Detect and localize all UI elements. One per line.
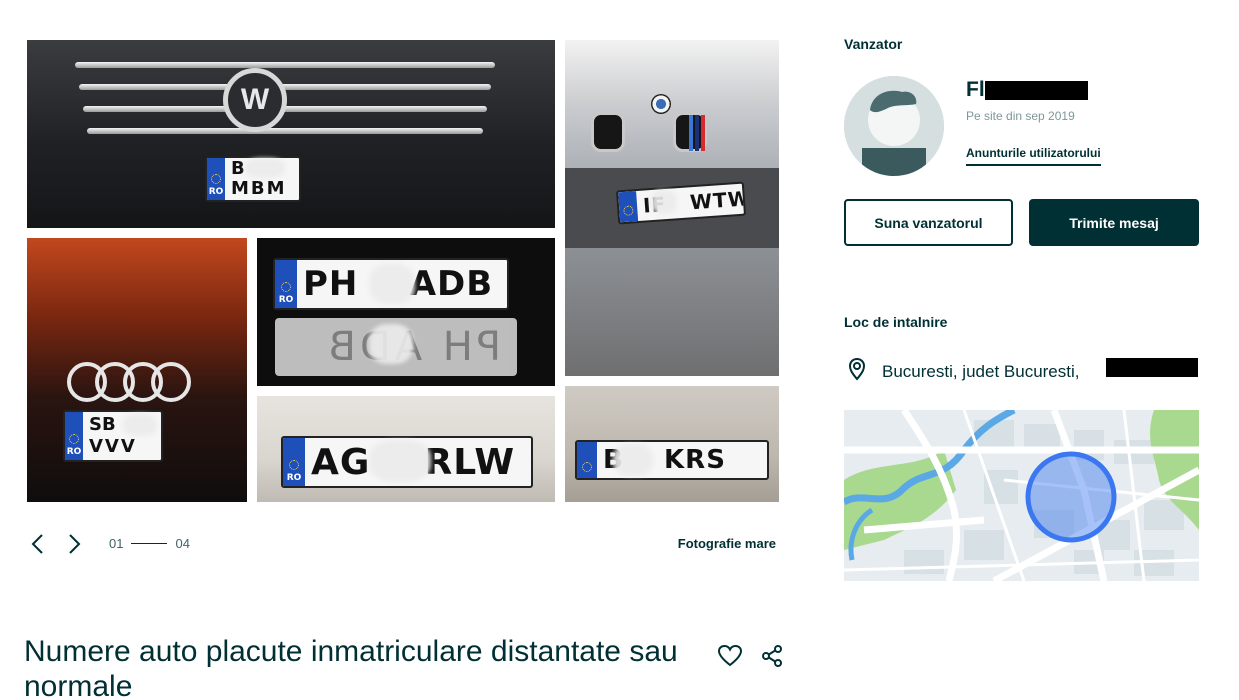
gallery-photo-ag[interactable]: RO AG RLW	[257, 396, 555, 502]
license-plate: B KRS	[575, 440, 769, 480]
seller-heading: Vanzator	[844, 36, 903, 52]
heart-icon[interactable]	[717, 643, 743, 669]
big-photo-link[interactable]: Fotografie mare	[678, 536, 776, 551]
user-avatar-icon	[844, 76, 944, 176]
car-hood	[565, 40, 779, 110]
plate-text-bottom: VVV	[89, 436, 137, 457]
gallery-photo-b[interactable]: B KRS	[565, 386, 779, 502]
plate-blur	[245, 158, 285, 178]
kidney-grille-left	[591, 112, 625, 152]
user-ads-link[interactable]: Anunturile utilizatorului	[966, 146, 1101, 166]
eu-band: RO	[283, 438, 305, 486]
grille-decoration	[75, 62, 495, 68]
audi-ring-icon	[151, 362, 191, 402]
m-stripe	[689, 115, 693, 151]
gallery-photo-ph[interactable]: RO PH ADB PH ADB	[257, 238, 555, 386]
counter-current: 01	[109, 536, 124, 551]
avatar	[844, 76, 944, 176]
plate-blur	[651, 190, 677, 214]
eu-band: RO	[65, 412, 83, 460]
plate-text-bottom: MBM	[231, 178, 287, 199]
plate-blur	[613, 444, 653, 476]
plate-blur	[369, 264, 415, 304]
map-graphic	[844, 410, 1199, 581]
grille-decoration	[87, 128, 483, 134]
bmw-logo-icon	[651, 94, 671, 114]
share-icon[interactable]	[759, 643, 785, 669]
call-seller-button[interactable]: Suna vanzatorul	[844, 199, 1013, 246]
photo-counter: 01 04	[109, 536, 190, 551]
seller-name: Fl	[966, 78, 985, 101]
plate-blur	[369, 324, 413, 364]
redacted-location-block	[1106, 358, 1198, 377]
gallery-photo-vw[interactable]: W RO B MBM	[27, 40, 555, 228]
chevron-left-icon[interactable]	[27, 532, 49, 556]
location-map[interactable]	[844, 410, 1199, 581]
listing-title: Numere auto placute inmatriculare distan…	[24, 635, 678, 700]
plate-blur	[369, 440, 431, 482]
map-pin-icon	[846, 357, 868, 386]
gallery-photo-audi[interactable]: RO SB VVV	[27, 238, 247, 502]
plate-blur	[123, 414, 157, 436]
counter-total: 04	[175, 536, 190, 551]
meeting-place-heading: Loc de intalnire	[844, 314, 948, 330]
send-message-button[interactable]: Trimite mesaj	[1029, 199, 1199, 246]
location-text: Bucuresti, judet Bucuresti,	[882, 361, 1080, 381]
gallery-photo-bmw[interactable]: IF WTW	[565, 40, 779, 376]
member-since: Pe site din sep 2019	[966, 109, 1075, 123]
location-row: Bucuresti, judet Bucuresti,	[846, 357, 1079, 386]
eu-band	[577, 442, 597, 478]
vw-logo-icon: W	[223, 68, 287, 132]
counter-divider	[131, 543, 168, 544]
photo-gallery[interactable]: W RO B MBM IF WTW RO SB VVV RO PH ADB PH…	[27, 40, 779, 502]
m-stripe	[701, 115, 705, 151]
eu-band: RO	[275, 260, 297, 308]
chevron-right-icon[interactable]	[63, 532, 85, 556]
eu-band: RO	[207, 158, 225, 200]
eu-band	[618, 191, 639, 223]
redacted-name-block	[985, 81, 1088, 100]
m-stripe	[695, 115, 699, 151]
gallery-controls: 01 04 Fotografie mare	[27, 532, 779, 556]
title-actions	[717, 643, 785, 669]
